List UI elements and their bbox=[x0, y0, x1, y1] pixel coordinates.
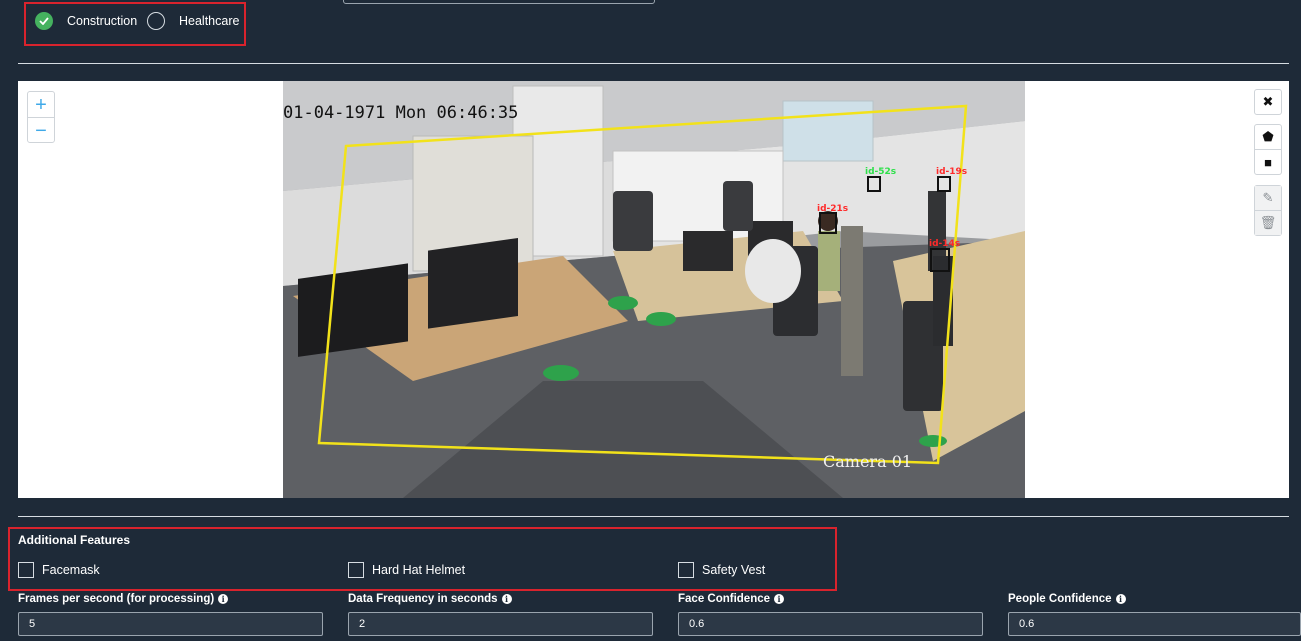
check-icon bbox=[35, 12, 53, 30]
checkbox-hard-hat[interactable]: Hard Hat Helmet bbox=[348, 562, 465, 578]
people-confidence-input[interactable] bbox=[1008, 612, 1301, 636]
radio-healthcare-label: Healthcare bbox=[179, 14, 240, 28]
fps-input[interactable] bbox=[18, 612, 323, 636]
radio-empty-icon bbox=[147, 12, 165, 30]
tool-close-group: ✖ bbox=[1254, 89, 1282, 115]
detection-label: id-52s bbox=[865, 167, 896, 177]
checkbox-box[interactable] bbox=[678, 562, 694, 578]
tool-edit-group: ✎ 🗑 bbox=[1254, 185, 1282, 236]
square-icon[interactable]: ■ bbox=[1255, 149, 1281, 174]
face-confidence-input[interactable] bbox=[678, 612, 983, 636]
zoom-in-button[interactable]: + bbox=[28, 92, 54, 118]
zone-editor[interactable]: + − 01-04-1971 Mon 06:46:35 Camera 01 id… bbox=[18, 81, 1289, 498]
close-icon[interactable]: ✖ bbox=[1255, 90, 1281, 114]
radio-healthcare[interactable]: Healthcare bbox=[147, 12, 239, 30]
data-frequency-input[interactable] bbox=[348, 612, 653, 636]
checkbox-safety-vest-label: Safety Vest bbox=[702, 563, 766, 577]
bottom-divider bbox=[18, 516, 1289, 517]
pentagon-icon[interactable]: ⬟ bbox=[1255, 125, 1281, 149]
top-select-field[interactable] bbox=[343, 0, 655, 4]
people-confidence-label-text: People Confidence bbox=[1008, 593, 1112, 605]
features-highlight-box bbox=[8, 527, 837, 591]
fps-label-text: Frames per second (for processing) bbox=[18, 593, 215, 605]
info-icon[interactable]: i bbox=[1115, 594, 1126, 604]
checkbox-box[interactable] bbox=[18, 562, 34, 578]
checkbox-safety-vest[interactable]: Safety Vest bbox=[678, 562, 765, 578]
checkbox-box[interactable] bbox=[348, 562, 364, 578]
checkbox-facemask-label: Facemask bbox=[42, 563, 100, 577]
zoom-out-button[interactable]: − bbox=[28, 118, 54, 143]
fps-label: Frames per second (for processing) i bbox=[18, 593, 229, 605]
top-divider bbox=[18, 63, 1289, 64]
camera-scene: 01-04-1971 Mon 06:46:35 Camera 01 id-52s… bbox=[283, 81, 1025, 498]
camera-timestamp: 01-04-1971 Mon 06:46:35 bbox=[283, 103, 518, 123]
additional-features-title: Additional Features bbox=[18, 533, 131, 547]
radio-construction-label: Construction bbox=[67, 14, 138, 28]
info-icon[interactable]: i bbox=[218, 594, 229, 604]
tool-draw-group: ⬟ ■ bbox=[1254, 124, 1282, 175]
detection-label: id-21s bbox=[817, 204, 848, 214]
data-frequency-label-text: Data Frequency in seconds bbox=[348, 593, 498, 605]
camera-caption: Camera 01 bbox=[823, 452, 912, 471]
checkbox-facemask[interactable]: Facemask bbox=[18, 562, 100, 578]
face-confidence-label-text: Face Confidence bbox=[678, 593, 771, 605]
radio-construction[interactable]: Construction bbox=[35, 12, 137, 30]
people-confidence-label: People Confidence i bbox=[1008, 593, 1126, 605]
zoom-control: + − bbox=[27, 91, 55, 143]
detection-label: id-14s bbox=[929, 239, 960, 249]
edit-icon[interactable]: ✎ bbox=[1255, 186, 1281, 210]
info-icon[interactable]: i bbox=[501, 594, 512, 604]
info-icon[interactable]: i bbox=[774, 594, 785, 604]
detection-label: id-19s bbox=[936, 167, 967, 177]
camera-feed: 01-04-1971 Mon 06:46:35 Camera 01 id-52s… bbox=[283, 81, 1025, 498]
trash-icon[interactable]: 🗑 bbox=[1255, 210, 1281, 235]
face-confidence-label: Face Confidence i bbox=[678, 593, 785, 605]
data-frequency-label: Data Frequency in seconds i bbox=[348, 593, 512, 605]
checkbox-hard-hat-label: Hard Hat Helmet bbox=[372, 563, 466, 577]
